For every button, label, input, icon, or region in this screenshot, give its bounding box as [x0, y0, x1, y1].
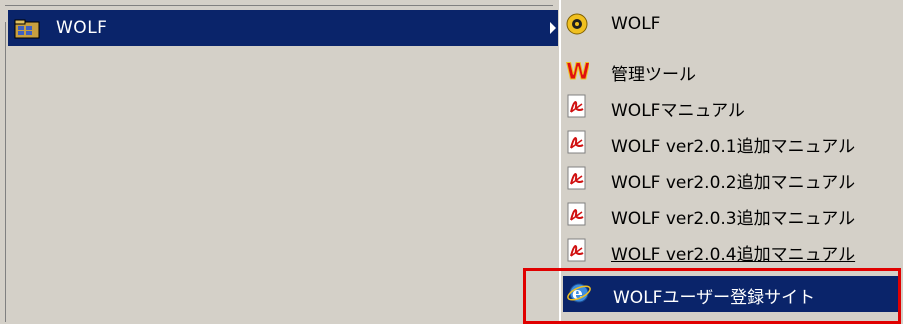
pdf-icon [565, 94, 589, 118]
pdf-icon [565, 166, 589, 190]
submenu-item-label: WOLF ver2.0.1追加マニュアル [611, 137, 856, 157]
submenu-item-manual-2-0-4[interactable]: WOLF ver2.0.4追加マニュアル [561, 233, 903, 268]
submenu-item-label: WOLF ver2.0.2追加マニュアル [611, 173, 856, 193]
wolf-submenu: WOLF W 管理ツール WOLFマニュアル WOLF ver2.0.1追加マニ… [560, 0, 903, 322]
submenu-item-label: WOLFユーザー登録サイト [613, 288, 816, 308]
pdf-icon [565, 130, 589, 154]
submenu-arrow-icon [550, 22, 556, 34]
pdf-icon [565, 238, 589, 262]
start-menu-programs: WOLF [0, 0, 560, 322]
submenu-item-label: WOLF ver2.0.3追加マニュアル [611, 209, 856, 229]
program-folder-icon [14, 19, 42, 39]
submenu-item-label: WOLF [611, 14, 661, 34]
submenu-item-label: WOLF ver2.0.4追加マニュアル [611, 245, 856, 265]
submenu-item-admin-tool[interactable]: W 管理ツール [561, 53, 903, 88]
wolf-app-icon [565, 12, 589, 36]
submenu-item-label: 管理ツール [611, 65, 696, 85]
menu-item-label: WOLF [56, 18, 108, 38]
submenu-item-manual-2-0-1[interactable]: WOLF ver2.0.1追加マニュアル [561, 125, 903, 160]
submenu-item-manual-2-0-2[interactable]: WOLF ver2.0.2追加マニュアル [561, 161, 903, 196]
submenu-item-wolf[interactable]: WOLF [561, 7, 903, 42]
submenu-item-manual-2-0-3[interactable]: WOLF ver2.0.3追加マニュアル [561, 197, 903, 232]
pdf-icon [565, 202, 589, 226]
w-admin-icon: W [565, 58, 591, 86]
submenu-item-wolf-manual[interactable]: WOLFマニュアル [561, 89, 903, 124]
svg-text:W: W [566, 60, 589, 82]
submenu-item-user-registration[interactable]: e WOLFユーザー登録サイト [563, 276, 898, 312]
submenu-item-label: WOLFマニュアル [611, 101, 745, 121]
menu-item-wolf-folder[interactable]: WOLF [8, 10, 558, 46]
internet-explorer-icon: e [567, 281, 591, 305]
